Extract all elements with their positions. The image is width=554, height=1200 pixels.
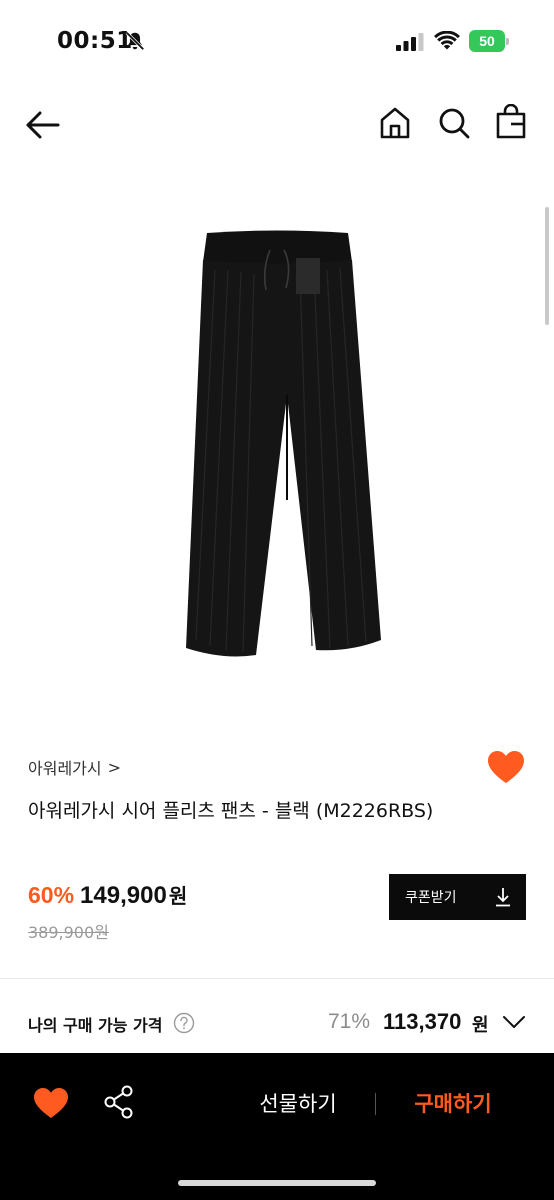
coupon-download-button[interactable]: 쿠폰받기 xyxy=(389,874,526,920)
search-icon[interactable] xyxy=(437,106,471,140)
product-name: 아워레가시 시어 플리츠 팬츠 - 블랙 (M2226RBS) xyxy=(28,800,434,822)
brand-chevron: > xyxy=(107,757,122,777)
gift-button[interactable]: 선물하기 xyxy=(248,1083,348,1123)
bell-off-icon xyxy=(125,31,145,51)
coupon-label: 쿠폰받기 xyxy=(405,890,457,906)
shopping-bag-icon[interactable] xyxy=(494,104,528,140)
wifi-icon xyxy=(434,31,460,50)
price-row: 60% 149,900 원 xyxy=(28,880,187,910)
section-divider xyxy=(0,978,554,979)
wishlist-heart-icon[interactable] xyxy=(33,1087,69,1119)
home-indicator xyxy=(178,1180,376,1186)
share-icon[interactable] xyxy=(103,1085,135,1119)
brand-link[interactable]: 아워레가시 > xyxy=(28,755,121,779)
buy-button[interactable]: 구매하기 xyxy=(398,1083,508,1123)
battery-level: 50 xyxy=(479,33,495,49)
my-price-unit: 원 xyxy=(472,1015,489,1036)
sale-price: 149,900 xyxy=(80,882,167,909)
battery-indicator: 50 xyxy=(469,30,509,52)
chevron-down-icon[interactable] xyxy=(502,1014,526,1030)
signal-icon xyxy=(396,33,424,51)
back-arrow-icon[interactable] xyxy=(24,108,62,142)
battery-body: 50 xyxy=(469,30,505,52)
my-price-value: 113,370 xyxy=(383,1009,462,1034)
help-icon[interactable] xyxy=(173,1012,195,1034)
discount-rate: 60% xyxy=(28,882,75,908)
product-image[interactable] xyxy=(0,170,554,730)
top-navigation xyxy=(0,96,554,156)
image-scroll-indicator xyxy=(545,207,549,325)
status-time: 00:51 xyxy=(57,28,133,54)
status-bar: 00:51 50 xyxy=(0,0,554,84)
brand-name: 아워레가시 xyxy=(28,759,102,778)
home-icon[interactable] xyxy=(378,106,412,140)
my-price-row[interactable]: 나의 구매 가능 가격 71% 113,370 원 xyxy=(0,1000,554,1046)
bottom-action-bar: 선물하기 구매하기 xyxy=(0,1053,554,1200)
price-unit: 원 xyxy=(168,884,188,908)
download-icon xyxy=(496,888,510,907)
my-price-label: 나의 구매 가능 가격 xyxy=(28,1016,163,1035)
original-price: 389,900원 xyxy=(28,923,109,942)
bottom-separator xyxy=(375,1093,376,1115)
wishlist-heart-icon[interactable] xyxy=(487,750,525,784)
battery-cap xyxy=(506,38,509,45)
my-discount-rate: 71% xyxy=(328,1010,371,1033)
